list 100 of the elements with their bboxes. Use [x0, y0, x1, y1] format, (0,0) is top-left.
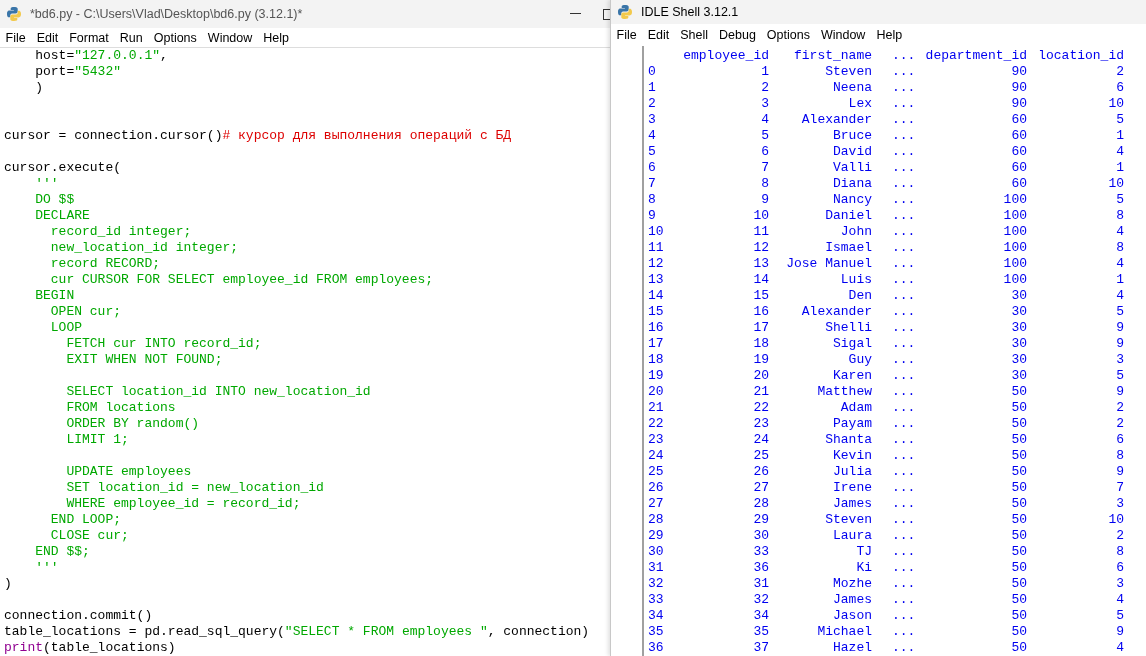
table-cell: Den	[848, 288, 872, 303]
table-cell: ...	[892, 512, 916, 527]
row-index: 0	[648, 64, 656, 79]
menu-item[interactable]: Run	[114, 30, 149, 45]
table-cell: 5	[1116, 112, 1124, 127]
table-cell: ...	[892, 528, 916, 543]
row-index: 29	[648, 528, 664, 543]
table-cell: 6	[1116, 560, 1124, 575]
row-index: 25	[648, 464, 664, 479]
table-cell: 50	[1011, 448, 1027, 463]
code-line: LIMIT 1;	[65, 432, 130, 448]
menu-item[interactable]: Edit	[31, 30, 64, 45]
menu-item[interactable]: Edit	[642, 27, 675, 42]
menu-item[interactable]: Debug	[713, 27, 762, 42]
code-line: FROM locations	[65, 400, 177, 416]
row-index: 10	[648, 224, 664, 239]
table-cell: 2	[761, 80, 769, 95]
table-cell: 8	[761, 176, 769, 191]
table-cell: ...	[892, 448, 916, 463]
code-line: cur CURSOR FOR SELECT employee_id FROM employees;	[49, 272, 435, 288]
window-title: *bd6.py - C:\Users\Vlad\Desktop\bd6.py (3.12.1)*	[30, 7, 304, 22]
row-index: 12	[648, 256, 664, 271]
table-cell: 19	[753, 352, 769, 367]
table-cell: 9	[1116, 320, 1124, 335]
menu-item[interactable]: Options	[148, 30, 203, 45]
table-cell: 30	[1011, 320, 1027, 335]
menu-item[interactable]: Shell	[674, 27, 714, 42]
table-cell: ...	[892, 640, 916, 655]
menu-item[interactable]: Help	[257, 30, 295, 45]
code-line: cursor.execute(	[4, 160, 123, 176]
table-cell: 5	[1116, 368, 1124, 383]
table-cell: Irene	[833, 480, 872, 495]
code-line: DO $$	[34, 192, 76, 208]
code-line: CLOSE cur;	[49, 528, 130, 544]
table-cell: Karen	[833, 368, 872, 383]
row-index: 26	[648, 480, 664, 495]
code-line: EXIT WHEN NOT FOUND;	[65, 352, 224, 368]
table-cell: ...	[892, 384, 916, 399]
table-cell: 11	[753, 224, 769, 239]
table-cell: Laura	[833, 528, 872, 543]
table-cell: ...	[892, 80, 916, 95]
row-index: 30	[648, 544, 664, 559]
table-cell: 50	[1011, 384, 1027, 399]
table-cell: ...	[892, 608, 916, 623]
table-cell: 8	[1116, 208, 1124, 223]
table-cell: ...	[892, 400, 916, 415]
menu-item[interactable]: File	[611, 27, 643, 42]
table-cell: 9	[1116, 336, 1124, 351]
menu-item[interactable]: File	[0, 30, 32, 45]
row-index: 3	[648, 112, 656, 127]
menu-item[interactable]: Help	[870, 27, 908, 42]
table-cell: Mozhe	[833, 576, 872, 591]
code-line: host="127.0.0.1",	[34, 48, 169, 64]
table-cell: 90	[1011, 64, 1027, 79]
menu-item[interactable]: Options	[761, 27, 816, 42]
table-cell: Shelli	[825, 320, 872, 335]
minimize-icon[interactable]	[570, 13, 581, 16]
table-cell: 60	[1011, 112, 1027, 127]
table-cell: ...	[892, 496, 916, 511]
table-cell: ...	[892, 144, 916, 159]
row-index: 13	[648, 272, 664, 287]
table-cell: Nancy	[833, 192, 872, 207]
table-cell: 4	[1116, 224, 1124, 239]
code-line: LOOP	[49, 320, 83, 336]
table-cell: 6	[761, 144, 769, 159]
table-cell: 34	[753, 608, 769, 623]
table-cell: Kevin	[833, 448, 872, 463]
table-cell: 35	[753, 624, 769, 639]
column-header: employee_id	[683, 48, 769, 63]
python-logo-icon	[6, 6, 22, 23]
table-cell: 50	[1011, 640, 1027, 655]
table-cell: 60	[1011, 160, 1027, 175]
table-cell: ...	[892, 304, 916, 319]
table-cell: 60	[1011, 144, 1027, 159]
table-cell: ...	[892, 96, 916, 111]
row-index: 22	[648, 416, 664, 431]
menu-item[interactable]: Window	[202, 30, 258, 45]
table-cell: 1	[1116, 272, 1124, 287]
table-cell: 9	[761, 192, 769, 207]
table-cell: 9	[1116, 624, 1124, 639]
table-cell: ...	[892, 256, 916, 271]
table-cell: 50	[1011, 400, 1027, 415]
menu-item[interactable]: Window	[815, 27, 871, 42]
table-cell: 50	[1011, 592, 1027, 607]
python-logo-icon	[617, 3, 633, 20]
code-line: END $$;	[34, 544, 91, 560]
menu-item[interactable]: Format	[63, 30, 115, 45]
table-cell: 50	[1011, 416, 1027, 431]
table-cell: 50	[1011, 560, 1027, 575]
table-cell: 30	[1011, 304, 1027, 319]
table-cell: Jose Manuel	[786, 256, 872, 271]
table-cell: 50	[1011, 432, 1027, 447]
table-cell: 90	[1011, 80, 1027, 95]
table-cell: 100	[1003, 240, 1027, 255]
table-cell: 4	[1116, 640, 1124, 655]
row-index: 20	[648, 384, 664, 399]
row-index: 5	[648, 144, 656, 159]
table-cell: ...	[892, 560, 916, 575]
table-cell: 10	[1108, 176, 1124, 191]
table-cell: 31	[753, 576, 769, 591]
